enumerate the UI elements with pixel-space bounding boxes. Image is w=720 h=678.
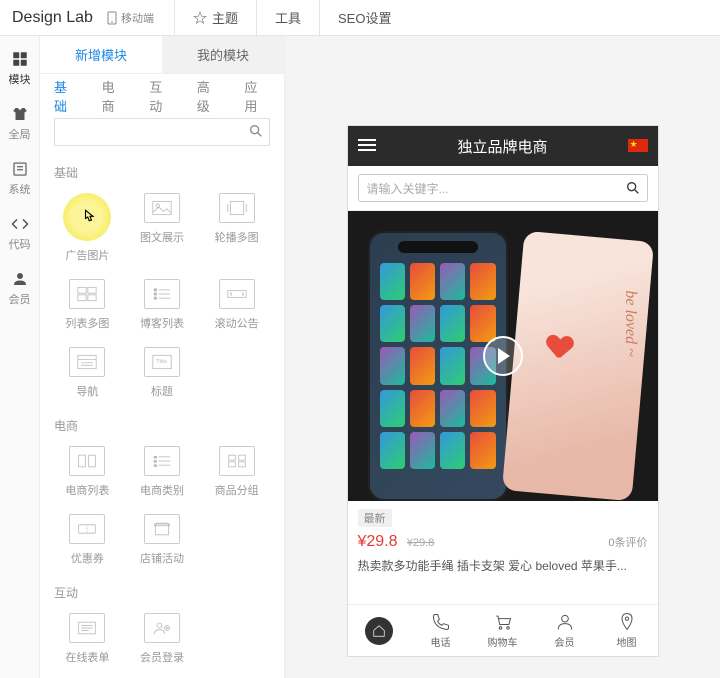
mod-marquee[interactable]: 滚动公告	[203, 279, 270, 331]
logo: Design Lab	[12, 9, 93, 27]
rail-modules[interactable]: 模块	[9, 50, 31, 87]
menu-icon[interactable]	[358, 138, 376, 156]
map-icon	[617, 612, 637, 632]
code-icon	[11, 215, 29, 233]
mod-coupon[interactable]: 优惠券	[54, 514, 121, 566]
mod-member-login[interactable]: 会员登录	[129, 613, 196, 665]
tab-tools[interactable]: 工具	[256, 0, 319, 35]
flag-icon[interactable]	[628, 139, 648, 152]
home-icon	[372, 624, 386, 638]
cat-app[interactable]: 应用	[244, 77, 270, 115]
panel-tab-mine[interactable]: 我的模块	[162, 36, 284, 73]
mod-nav[interactable]: 导航	[54, 347, 121, 399]
module-search-input[interactable]	[54, 118, 270, 146]
phone-search-placeholder: 请输入关键字...	[367, 180, 449, 197]
product-image[interactable]	[348, 211, 658, 501]
module-search[interactable]	[54, 118, 270, 146]
rail-member[interactable]: 会员	[9, 270, 31, 307]
nav-map[interactable]: 地图	[596, 605, 658, 656]
product-desc: 热卖款多功能手绳 插卡支架 爱心 beloved 苹果手...	[358, 557, 648, 575]
phone-header: 独立品牌电商	[348, 126, 658, 166]
svg-text:Title: Title	[156, 359, 167, 365]
mod-shop-activity[interactable]: 店铺活动	[129, 514, 196, 566]
badge-new: 最新	[358, 509, 392, 527]
phone-icon	[431, 612, 451, 632]
cat-basic[interactable]: 基础	[54, 77, 80, 115]
tab-theme[interactable]: 主题	[174, 0, 256, 35]
shirt-icon	[11, 105, 29, 123]
rail-code[interactable]: 代码	[9, 215, 31, 252]
mod-blog-list[interactable]: 博客列表	[129, 279, 196, 331]
rail-system[interactable]: 系统	[9, 160, 31, 197]
mod-product-group[interactable]: 商品分组	[203, 446, 270, 498]
play-icon[interactable]	[483, 336, 523, 376]
mod-list-images[interactable]: 列表多图	[54, 279, 121, 331]
mod-form[interactable]: 在线表单	[54, 613, 121, 665]
mod-carousel[interactable]: 轮播多图	[203, 193, 270, 263]
price: ¥29.8	[358, 533, 398, 550]
tab-seo[interactable]: SEO设置	[319, 0, 409, 35]
nav-phone[interactable]: 电话	[410, 605, 472, 656]
nav-cart[interactable]: 购物车	[472, 605, 534, 656]
theme-icon	[193, 11, 207, 25]
mobile-icon	[107, 11, 117, 25]
cat-ecom[interactable]: 电商	[102, 77, 128, 115]
mod-image-text[interactable]: 图文展示	[129, 193, 196, 263]
price-old: ¥29.8	[407, 537, 435, 549]
mod-title[interactable]: Title标题	[129, 347, 196, 399]
review-count: 0条评价	[608, 534, 647, 550]
group-title-basic: 基础	[54, 164, 270, 181]
mod-ad-image[interactable]: 广告图片	[54, 193, 121, 263]
phone-title: 独立品牌电商	[457, 136, 547, 157]
modules-icon	[11, 50, 29, 68]
search-icon	[248, 123, 264, 139]
group-title-ecom: 电商	[54, 417, 270, 434]
cat-advanced[interactable]: 高级	[197, 77, 223, 115]
group-title-inter: 互动	[54, 584, 270, 601]
cart-icon	[493, 612, 513, 632]
rail-global[interactable]: 全局	[9, 105, 31, 142]
user-icon	[555, 612, 575, 632]
mod-product-list[interactable]: 电商列表	[54, 446, 121, 498]
cat-inter[interactable]: 互动	[149, 77, 175, 115]
device-selector[interactable]: 移动端	[107, 10, 154, 26]
phone-frame: 独立品牌电商 请输入关键字... 最新 ¥29.8 ¥29.8	[348, 126, 658, 656]
panel-tab-new[interactable]: 新增模块	[40, 36, 162, 73]
phone-search[interactable]: 请输入关键字...	[358, 174, 648, 202]
nav-home[interactable]	[348, 605, 410, 656]
mod-product-category[interactable]: 电商类别	[129, 446, 196, 498]
member-icon	[11, 270, 29, 288]
system-icon	[11, 160, 29, 178]
search-icon	[625, 180, 641, 196]
preview-canvas: 独立品牌电商 请输入关键字... 最新 ¥29.8 ¥29.8	[285, 36, 720, 678]
nav-member[interactable]: 会员	[534, 605, 596, 656]
